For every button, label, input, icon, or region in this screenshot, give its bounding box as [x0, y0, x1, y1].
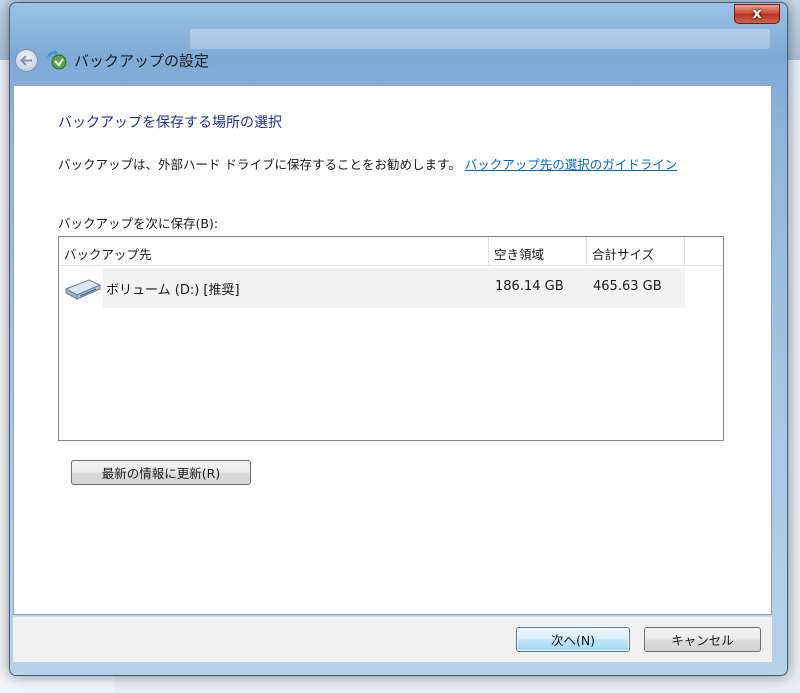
column-header-total-size[interactable]: 合計サイズ: [587, 237, 685, 265]
list-header: バックアップ先 空き領域 合計サイズ: [59, 237, 723, 266]
column-header-destination[interactable]: バックアップ先: [59, 237, 489, 265]
page-heading: バックアップを保存する場所の選択: [58, 115, 282, 131]
back-arrow-icon: [20, 54, 32, 66]
column-header-free-space[interactable]: 空き領域: [489, 237, 587, 265]
save-to-label: バックアップを次に保存(B):: [58, 216, 219, 231]
content-pane: バックアップを保存する場所の選択 バックアップは、外部ハード ドライブに保存する…: [13, 85, 772, 615]
refresh-button[interactable]: 最新の情報に更新(R): [71, 460, 251, 485]
drive-icon: [64, 279, 102, 300]
drive-total-size: 465.63 GB: [593, 279, 662, 294]
dialog-footer: 次へ(N) キャンセル: [13, 616, 772, 662]
list-item[interactable]: ボリューム (D:) [推奨] 186.14 GB 465.63 GB: [59, 268, 685, 308]
window-header: バックアップの設定: [9, 43, 768, 77]
drive-name: ボリューム (D:) [推奨]: [106, 283, 240, 298]
close-button[interactable]: x: [734, 4, 780, 24]
next-button[interactable]: 次へ(N): [516, 627, 630, 652]
guideline-link[interactable]: バックアップ先の選択のガイドライン: [465, 157, 678, 172]
backup-destination-list[interactable]: バックアップ先 空き領域 合計サイズ ボリューム (D:) [推奨] 186.1…: [58, 236, 724, 441]
recommendation-text: バックアップは、外部ハード ドライブに保存することをお勧めします。 バックアップ…: [58, 154, 677, 173]
column-header-filler: [685, 237, 723, 265]
window-title: バックアップの設定: [74, 51, 210, 70]
drive-free-space: 186.14 GB: [495, 279, 564, 294]
cancel-button[interactable]: キャンセル: [644, 627, 761, 652]
back-button[interactable]: [15, 48, 38, 72]
recommendation-label: バックアップは、外部ハード ドライブに保存することをお勧めします。: [58, 157, 461, 172]
backup-app-icon: [46, 50, 67, 70]
